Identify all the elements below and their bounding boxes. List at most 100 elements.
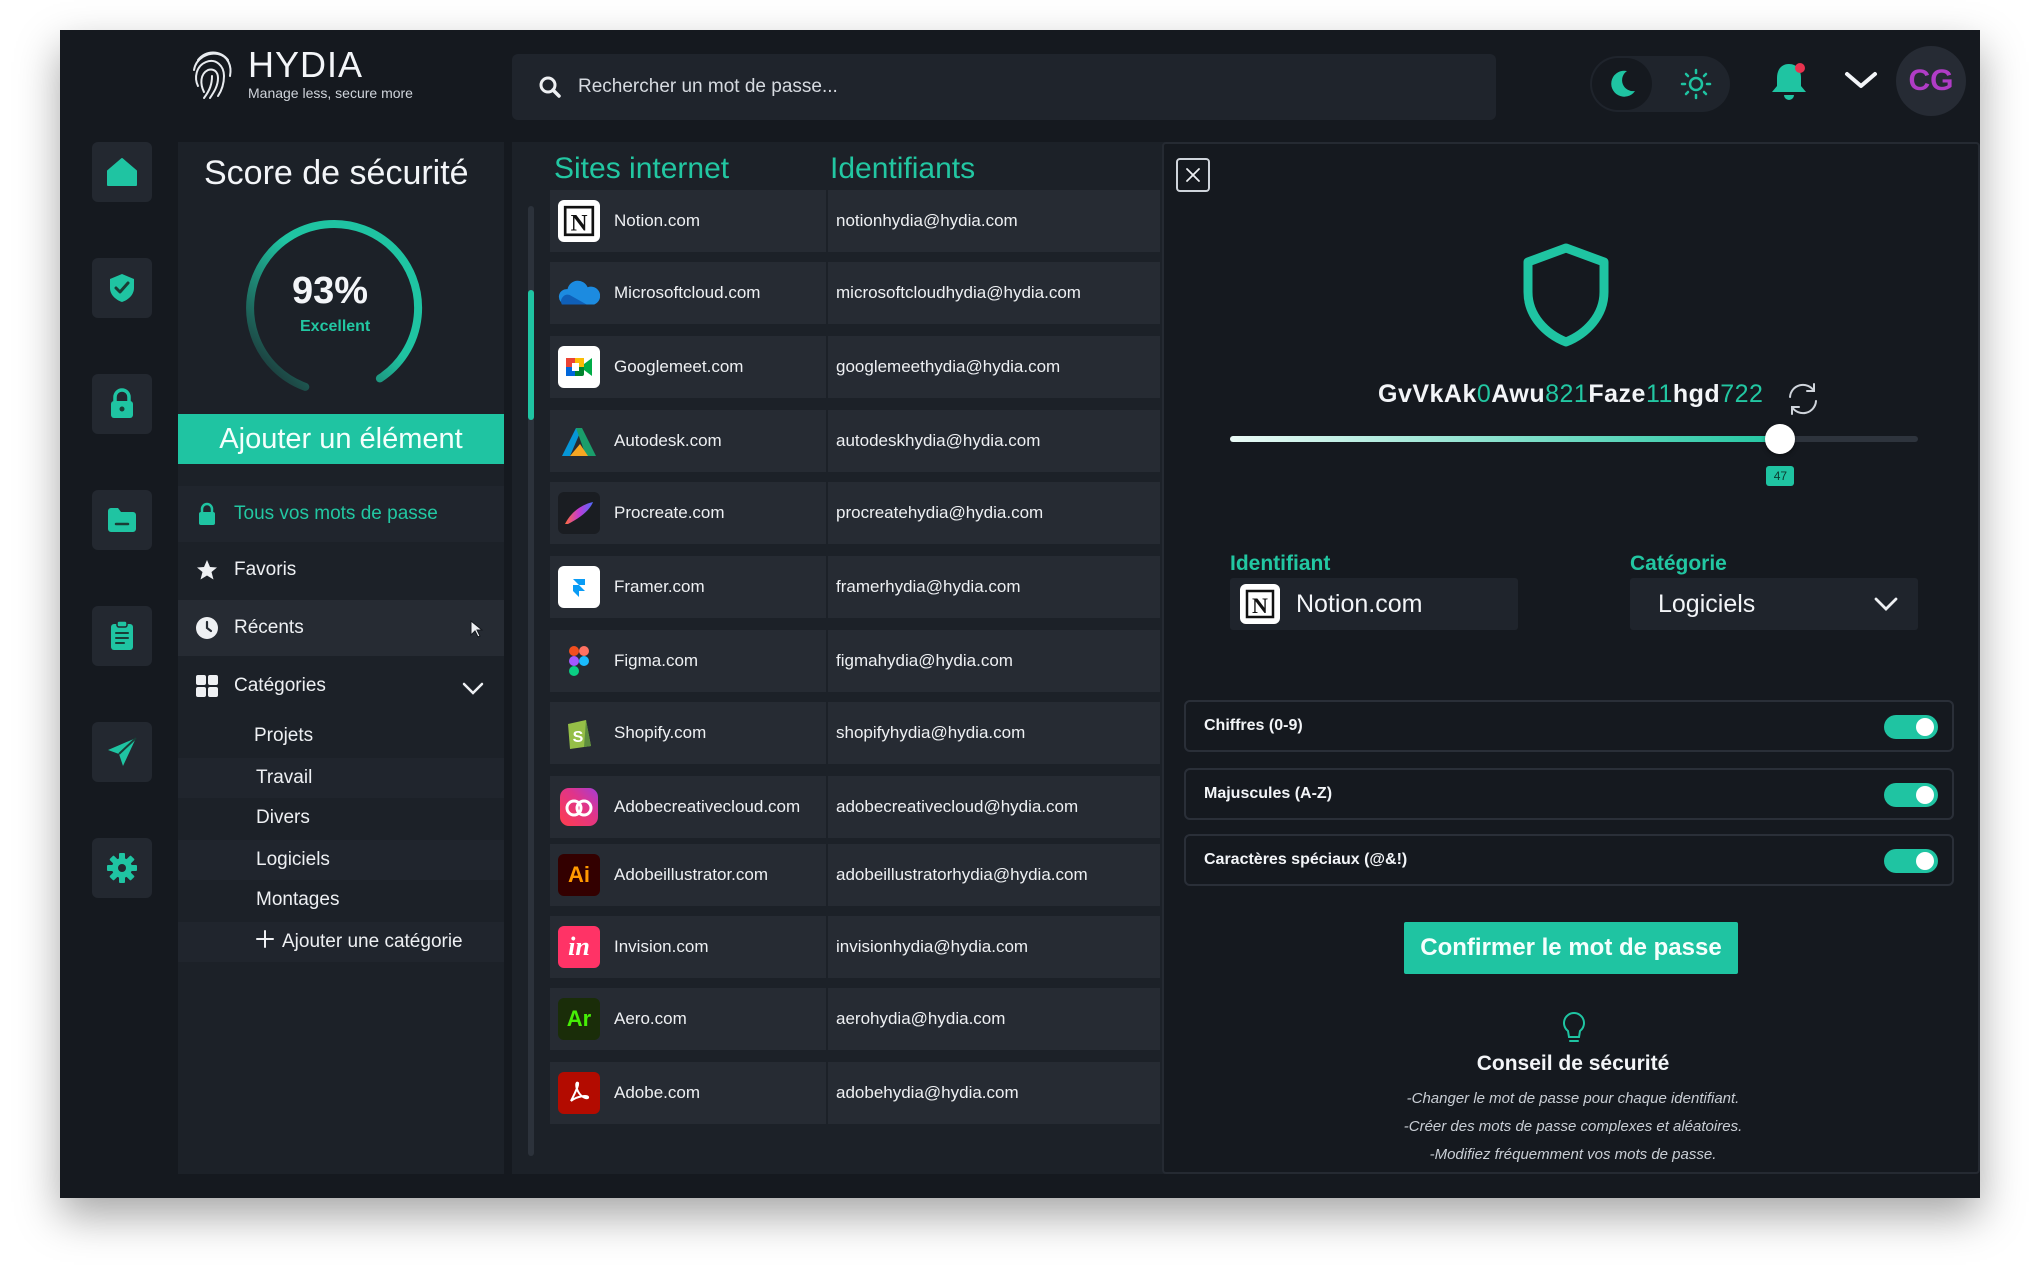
star-icon	[194, 558, 220, 582]
site-cell[interactable]: S Shopify.com	[550, 702, 828, 764]
add-category-label: Ajouter une catégorie	[282, 931, 463, 952]
site-cell[interactable]: Procreate.com	[550, 482, 828, 544]
nav-recents-label: Récents	[234, 617, 304, 638]
password-row[interactable]: Ai Adobeillustrator.com adobeillustratorhy…	[550, 844, 1160, 906]
categorie-select[interactable]: Logiciels	[1630, 578, 1918, 630]
password-length-slider[interactable]: 47	[1230, 424, 1918, 486]
password-row[interactable]: Autodesk.com autodeskhydia@hydia.com	[550, 410, 1160, 472]
nav-favorites-label: Favoris	[234, 559, 297, 580]
chevron-down-icon[interactable]	[462, 680, 484, 702]
site-cell[interactable]: Ar Aero.com	[550, 988, 828, 1050]
password-row[interactable]: Figma.com figmahydia@hydia.com	[550, 630, 1160, 692]
site-name: Adobe.com	[614, 1083, 700, 1102]
nav-categories[interactable]: Catégories	[178, 658, 504, 714]
rail-notes-button[interactable]	[92, 606, 152, 666]
toggle-row-special[interactable]: Caractères spéciaux (@&!)	[1184, 834, 1954, 886]
lock-icon	[111, 388, 133, 418]
rail-home-button[interactable]	[92, 142, 152, 202]
site-logo-icon	[558, 492, 600, 534]
password-row[interactable]: Googlemeet.com googlemeethydia@hydia.com	[550, 336, 1160, 398]
column-header-sites[interactable]: Sites internet	[554, 152, 729, 186]
clipboard-icon	[111, 620, 133, 650]
category-item[interactable]: Projets	[178, 716, 504, 756]
password-row[interactable]: Adobe.com adobehydia@hydia.com	[550, 1062, 1160, 1124]
refresh-icon[interactable]	[1784, 380, 1822, 418]
account-menu-toggle[interactable]	[1844, 70, 1878, 95]
site-cell[interactable]: Framer.com	[550, 556, 828, 618]
site-cell[interactable]: Googlemeet.com	[550, 336, 828, 398]
special-chars-switch[interactable]	[1884, 849, 1938, 873]
site-cell[interactable]: N Notion.com	[550, 190, 828, 252]
close-button[interactable]	[1176, 158, 1210, 192]
security-tip-line: -Changer le mot de passe pour chaque ide…	[1406, 1090, 1740, 1107]
password-row[interactable]: Microsoftcloud.com microsoftcloudhydia@hy…	[550, 262, 1160, 324]
toggle-row-digits[interactable]: Chiffres (0-9)	[1184, 700, 1954, 752]
site-logo-icon: N	[558, 200, 600, 242]
confirm-password-button[interactable]: Confirmer le mot de passe	[1404, 922, 1738, 974]
password-row[interactable]: Framer.com framerhydia@hydia.com	[550, 556, 1160, 618]
column-header-identifiants[interactable]: Identifiants	[830, 152, 975, 186]
rail-settings-button[interactable]	[92, 838, 152, 898]
search-input[interactable]	[576, 75, 1460, 99]
security-score-panel: Score de sécurité 93% Excellent Ajouter …	[178, 142, 504, 1174]
password-row[interactable]: Procreate.com procreatehydia@hydia.com	[550, 482, 1160, 544]
generated-password[interactable]: GvVkAk0Awu821Faze11hgd722	[1378, 380, 1763, 409]
site-logo-icon	[558, 420, 600, 462]
nav-all-passwords-label: Tous vos mots de passe	[234, 503, 438, 524]
site-cell[interactable]: Figma.com	[550, 630, 828, 692]
site-name: Notion.com	[614, 211, 700, 230]
category-item[interactable]: Montages	[178, 880, 504, 920]
site-name: Framer.com	[614, 577, 705, 596]
site-name: Autodesk.com	[614, 431, 722, 450]
dark-mode-option[interactable]	[1592, 58, 1652, 110]
site-logo-icon	[558, 566, 600, 608]
theme-toggle[interactable]	[1590, 56, 1730, 112]
rail-share-button[interactable]	[92, 722, 152, 782]
site-cell[interactable]: Microsoftcloud.com	[550, 262, 828, 324]
rail-security-button[interactable]	[92, 258, 152, 318]
toggle-row-uppercase[interactable]: Majuscules (A-Z)	[1184, 768, 1954, 820]
add-category-button[interactable]: Ajouter une catégorie	[178, 922, 504, 962]
password-row[interactable]: in Invision.com invisionhydia@hydia.com	[550, 916, 1160, 978]
security-score-title: Score de sécurité	[204, 154, 469, 192]
rail-folders-button[interactable]	[92, 490, 152, 550]
password-row[interactable]: N Notion.com notionhydia@hydia.com	[550, 190, 1160, 252]
add-item-button[interactable]: Ajouter un élément	[178, 414, 504, 464]
app-window: HYDIA Manage less, secure more Recherche…	[60, 30, 1980, 1198]
identifiant-text: invisionhydia@hydia.com	[836, 937, 1029, 956]
site-cell[interactable]: in Invision.com	[550, 916, 828, 978]
site-cell[interactable]: Autodesk.com	[550, 410, 828, 472]
password-row[interactable]: Ar Aero.com aerohydia@hydia.com	[550, 988, 1160, 1050]
digits-switch[interactable]	[1884, 715, 1938, 739]
category-item[interactable]: Divers	[178, 798, 504, 838]
scrollbar-thumb[interactable]	[528, 290, 534, 420]
site-name: Invision.com	[614, 937, 709, 956]
uppercase-switch[interactable]	[1884, 783, 1938, 807]
site-cell[interactable]: Ai Adobeillustrator.com	[550, 844, 828, 906]
chevron-down-icon	[1874, 596, 1898, 617]
toggle-label: Caractères spéciaux (@&!)	[1204, 851, 1408, 868]
nav-all-passwords[interactable]: Tous vos mots de passe	[178, 486, 504, 542]
app-logo[interactable]: HYDIA Manage less, secure more	[188, 46, 413, 102]
app-name: HYDIA	[248, 44, 364, 85]
site-cell[interactable]: Adobe.com	[550, 1062, 828, 1124]
password-row[interactable]: S Shopify.com shopifyhydia@hydia.com	[550, 702, 1160, 764]
password-row[interactable]: Adobecreativecloud.com adobecreativecloud…	[550, 776, 1160, 838]
nav-recents[interactable]: Récents	[178, 600, 504, 656]
rail-passwords-button[interactable]	[92, 374, 152, 434]
fingerprint-icon	[193, 51, 232, 99]
password-generator-panel: GvVkAk0Awu821Faze11hgd722 47 Identifiant…	[1162, 142, 1980, 1174]
identifiant-text: framerhydia@hydia.com	[836, 577, 1021, 596]
slider-handle[interactable]	[1765, 424, 1796, 454]
search-bar[interactable]	[512, 54, 1496, 120]
light-mode-option[interactable]	[1666, 68, 1726, 100]
site-cell[interactable]: Adobecreativecloud.com	[550, 776, 828, 838]
category-item[interactable]: Travail	[178, 758, 504, 798]
notifications-button[interactable]	[1766, 58, 1812, 109]
category-item[interactable]: Logiciels	[178, 840, 504, 880]
close-icon	[1186, 168, 1200, 182]
nav-favorites[interactable]: Favoris	[178, 542, 504, 598]
site-logo-icon	[558, 346, 600, 388]
avatar[interactable]: CG	[1896, 46, 1966, 116]
identifiant-field[interactable]: N Notion.com	[1230, 578, 1518, 630]
